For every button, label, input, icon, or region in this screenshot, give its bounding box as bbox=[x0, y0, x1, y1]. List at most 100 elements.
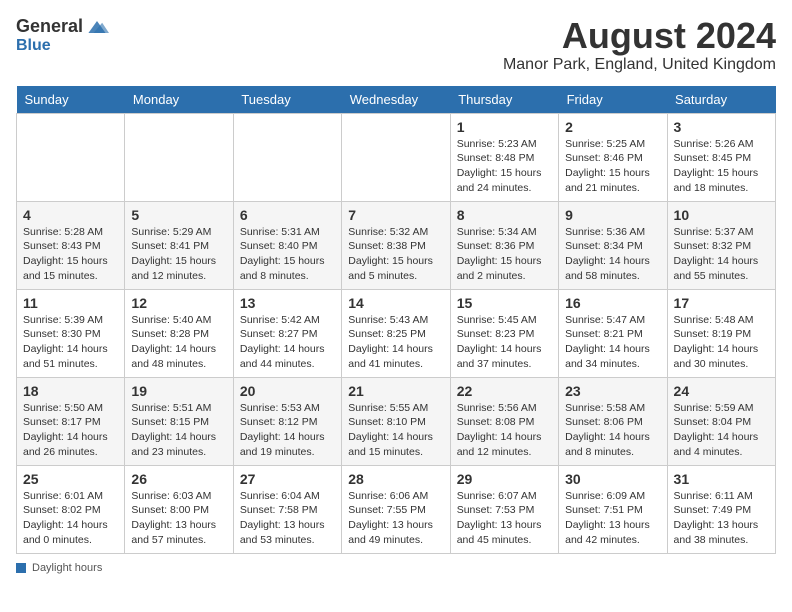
day-number: 7 bbox=[348, 207, 443, 223]
header-tuesday: Tuesday bbox=[233, 86, 341, 114]
week-row-4: 18Sunrise: 5:50 AM Sunset: 8:17 PM Dayli… bbox=[17, 377, 776, 465]
calendar-cell: 5 Sunrise: 5:29 AM Sunset: 8:41 PM Daylig… bbox=[125, 201, 233, 289]
day-number: 25 bbox=[23, 471, 118, 487]
day-number: 9 bbox=[565, 207, 660, 223]
calendar-cell: 23Sunrise: 5:58 AM Sunset: 8:06 PM Dayli… bbox=[559, 377, 667, 465]
header-wednesday: Wednesday bbox=[342, 86, 450, 114]
day-number: 2 bbox=[565, 119, 660, 135]
header-thursday: Thursday bbox=[450, 86, 558, 114]
calendar-cell: 28 Sunrise: 6:06 AM Sunset: 7:55 PM Dayli… bbox=[342, 465, 450, 553]
week-row-5: 25 Sunrise: 6:01 AM Sunset: 8:02 PM Dayli… bbox=[17, 465, 776, 553]
calendar-cell: 22 Sunrise: 5:56 AM Sunset: 8:08 PM Dayli… bbox=[450, 377, 558, 465]
calendar-cell: 24 Sunrise: 5:59 AM Sunset: 8:04 PM Dayli… bbox=[667, 377, 775, 465]
calendar-cell: 11 Sunrise: 5:39 AM Sunset: 8:30 PM Dayli… bbox=[17, 289, 125, 377]
day-number: 30 bbox=[565, 471, 660, 487]
day-info: Sunrise: 5:39 AM Sunset: 8:30 PM Dayligh… bbox=[23, 313, 118, 372]
day-number: 13 bbox=[240, 295, 335, 311]
day-number: 1 bbox=[457, 119, 552, 135]
day-number: 18 bbox=[23, 383, 118, 399]
day-info: Sunrise: 6:07 AM Sunset: 7:53 PM Dayligh… bbox=[457, 489, 552, 548]
footer: Daylight hours bbox=[16, 562, 776, 574]
day-info: Sunrise: 5:40 AM Sunset: 8:28 PM Dayligh… bbox=[131, 313, 226, 372]
calendar-cell: 26Sunrise: 6:03 AM Sunset: 8:00 PM Dayli… bbox=[125, 465, 233, 553]
calendar-cell: 17Sunrise: 5:48 AM Sunset: 8:19 PM Dayli… bbox=[667, 289, 775, 377]
header-friday: Friday bbox=[559, 86, 667, 114]
daylight-dot bbox=[16, 563, 26, 573]
day-info: Sunrise: 5:47 AM Sunset: 8:21 PM Dayligh… bbox=[565, 313, 660, 372]
calendar-cell: 6 Sunrise: 5:31 AM Sunset: 8:40 PM Daylig… bbox=[233, 201, 341, 289]
calendar-table: SundayMondayTuesdayWednesdayThursdayFrid… bbox=[16, 86, 776, 554]
day-info: Sunrise: 5:31 AM Sunset: 8:40 PM Dayligh… bbox=[240, 225, 335, 284]
week-row-3: 11 Sunrise: 5:39 AM Sunset: 8:30 PM Dayli… bbox=[17, 289, 776, 377]
day-number: 31 bbox=[674, 471, 769, 487]
calendar-cell: 3 Sunrise: 5:26 AM Sunset: 8:45 PM Daylig… bbox=[667, 113, 775, 201]
day-number: 12 bbox=[131, 295, 226, 311]
month-title: August 2024 bbox=[503, 16, 776, 56]
day-info: Sunrise: 5:29 AM Sunset: 8:41 PM Dayligh… bbox=[131, 225, 226, 284]
day-info: Sunrise: 5:37 AM Sunset: 8:32 PM Dayligh… bbox=[674, 225, 769, 284]
day-info: Sunrise: 5:23 AM Sunset: 8:48 PM Dayligh… bbox=[457, 137, 552, 196]
calendar-cell: 12 Sunrise: 5:40 AM Sunset: 8:28 PM Dayli… bbox=[125, 289, 233, 377]
calendar-cell: 19 Sunrise: 5:51 AM Sunset: 8:15 PM Dayli… bbox=[125, 377, 233, 465]
day-info: Sunrise: 5:42 AM Sunset: 8:27 PM Dayligh… bbox=[240, 313, 335, 372]
calendar-cell: 13 Sunrise: 5:42 AM Sunset: 8:27 PM Dayli… bbox=[233, 289, 341, 377]
day-number: 28 bbox=[348, 471, 443, 487]
calendar-cell bbox=[233, 113, 341, 201]
calendar-cell: 21 Sunrise: 5:55 AM Sunset: 8:10 PM Dayli… bbox=[342, 377, 450, 465]
logo-blue: Blue bbox=[16, 37, 51, 55]
calendar-cell bbox=[342, 113, 450, 201]
calendar-cell: 27Sunrise: 6:04 AM Sunset: 7:58 PM Dayli… bbox=[233, 465, 341, 553]
title-block: August 2024 Manor Park, England, United … bbox=[503, 16, 776, 74]
day-number: 11 bbox=[23, 295, 118, 311]
day-info: Sunrise: 5:55 AM Sunset: 8:10 PM Dayligh… bbox=[348, 401, 443, 460]
calendar-cell: 7 Sunrise: 5:32 AM Sunset: 8:38 PM Daylig… bbox=[342, 201, 450, 289]
week-row-1: 1 Sunrise: 5:23 AM Sunset: 8:48 PM Daylig… bbox=[17, 113, 776, 201]
day-info: Sunrise: 5:32 AM Sunset: 8:38 PM Dayligh… bbox=[348, 225, 443, 284]
header-saturday: Saturday bbox=[667, 86, 775, 114]
calendar-cell bbox=[17, 113, 125, 201]
calendar-cell: 1 Sunrise: 5:23 AM Sunset: 8:48 PM Daylig… bbox=[450, 113, 558, 201]
day-info: Sunrise: 6:06 AM Sunset: 7:55 PM Dayligh… bbox=[348, 489, 443, 548]
day-info: Sunrise: 5:51 AM Sunset: 8:15 PM Dayligh… bbox=[131, 401, 226, 460]
page-header: General Blue August 2024 Manor Park, Eng… bbox=[16, 16, 776, 74]
day-number: 22 bbox=[457, 383, 552, 399]
day-number: 21 bbox=[348, 383, 443, 399]
header-sunday: Sunday bbox=[17, 86, 125, 114]
day-info: Sunrise: 6:01 AM Sunset: 8:02 PM Dayligh… bbox=[23, 489, 118, 548]
day-number: 24 bbox=[674, 383, 769, 399]
day-number: 3 bbox=[674, 119, 769, 135]
day-number: 15 bbox=[457, 295, 552, 311]
calendar-cell: 18Sunrise: 5:50 AM Sunset: 8:17 PM Dayli… bbox=[17, 377, 125, 465]
calendar-cell: 31 Sunrise: 6:11 AM Sunset: 7:49 PM Dayli… bbox=[667, 465, 775, 553]
day-info: Sunrise: 5:34 AM Sunset: 8:36 PM Dayligh… bbox=[457, 225, 552, 284]
calendar-cell: 16 Sunrise: 5:47 AM Sunset: 8:21 PM Dayli… bbox=[559, 289, 667, 377]
day-number: 16 bbox=[565, 295, 660, 311]
logo-icon bbox=[85, 17, 109, 37]
calendar-cell: 8 Sunrise: 5:34 AM Sunset: 8:36 PM Daylig… bbox=[450, 201, 558, 289]
day-info: Sunrise: 5:56 AM Sunset: 8:08 PM Dayligh… bbox=[457, 401, 552, 460]
day-info: Sunrise: 6:09 AM Sunset: 7:51 PM Dayligh… bbox=[565, 489, 660, 548]
day-number: 6 bbox=[240, 207, 335, 223]
day-number: 10 bbox=[674, 207, 769, 223]
day-info: Sunrise: 5:25 AM Sunset: 8:46 PM Dayligh… bbox=[565, 137, 660, 196]
calendar-cell: 15Sunrise: 5:45 AM Sunset: 8:23 PM Dayli… bbox=[450, 289, 558, 377]
day-number: 8 bbox=[457, 207, 552, 223]
day-info: Sunrise: 5:36 AM Sunset: 8:34 PM Dayligh… bbox=[565, 225, 660, 284]
day-number: 29 bbox=[457, 471, 552, 487]
day-number: 14 bbox=[348, 295, 443, 311]
calendar-cell: 29 Sunrise: 6:07 AM Sunset: 7:53 PM Dayli… bbox=[450, 465, 558, 553]
day-number: 20 bbox=[240, 383, 335, 399]
daylight-label: Daylight hours bbox=[32, 562, 102, 574]
header-row: SundayMondayTuesdayWednesdayThursdayFrid… bbox=[17, 86, 776, 114]
day-number: 19 bbox=[131, 383, 226, 399]
day-info: Sunrise: 6:11 AM Sunset: 7:49 PM Dayligh… bbox=[674, 489, 769, 548]
logo: General Blue bbox=[16, 16, 109, 55]
header-monday: Monday bbox=[125, 86, 233, 114]
day-info: Sunrise: 5:59 AM Sunset: 8:04 PM Dayligh… bbox=[674, 401, 769, 460]
day-info: Sunrise: 5:26 AM Sunset: 8:45 PM Dayligh… bbox=[674, 137, 769, 196]
calendar-cell: 4Sunrise: 5:28 AM Sunset: 8:43 PM Daylig… bbox=[17, 201, 125, 289]
location: Manor Park, England, United Kingdom bbox=[503, 56, 776, 74]
day-info: Sunrise: 5:28 AM Sunset: 8:43 PM Dayligh… bbox=[23, 225, 118, 284]
day-number: 5 bbox=[131, 207, 226, 223]
day-number: 26 bbox=[131, 471, 226, 487]
